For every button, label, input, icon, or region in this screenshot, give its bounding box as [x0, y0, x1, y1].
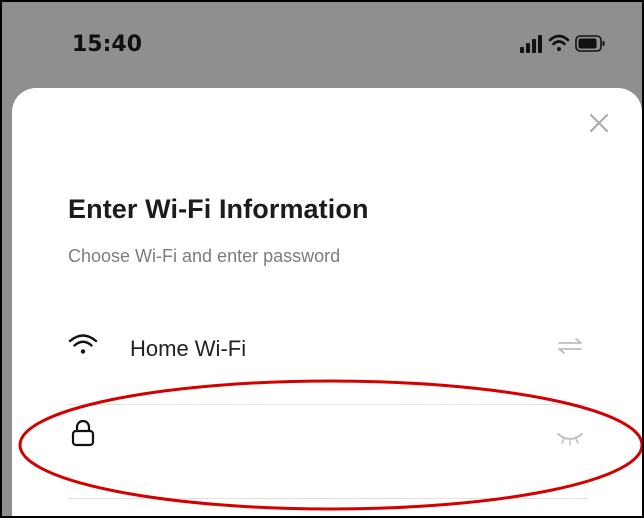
wifi-setup-sheet: Enter Wi-Fi Information Choose Wi-Fi and…	[12, 88, 642, 516]
wifi-network-row[interactable]: Home Wi-Fi	[68, 326, 588, 384]
battery-icon	[575, 35, 605, 52]
wifi-icon	[68, 334, 98, 354]
status-time: 15:40	[72, 32, 143, 57]
password-input[interactable]	[130, 420, 534, 452]
status-bar: 15:40	[2, 2, 642, 88]
cellular-signal-icon	[520, 35, 542, 53]
status-icons	[520, 34, 605, 53]
phone-screenshot: 15:40 Enter Wi-Fi Information Choose Wi-…	[0, 0, 644, 518]
close-icon[interactable]	[584, 108, 614, 138]
wifi-ssid: Home Wi-Fi	[130, 336, 247, 361]
divider	[68, 498, 588, 499]
lock-icon	[71, 419, 95, 447]
page-title: Enter Wi-Fi Information	[68, 194, 369, 224]
wifi-icon	[548, 34, 570, 51]
password-row	[68, 416, 588, 474]
divider	[68, 404, 588, 405]
swap-arrows-icon[interactable]	[556, 336, 584, 356]
page-subtitle: Choose Wi-Fi and enter password	[68, 246, 341, 266]
eye-closed-icon[interactable]	[556, 430, 584, 446]
